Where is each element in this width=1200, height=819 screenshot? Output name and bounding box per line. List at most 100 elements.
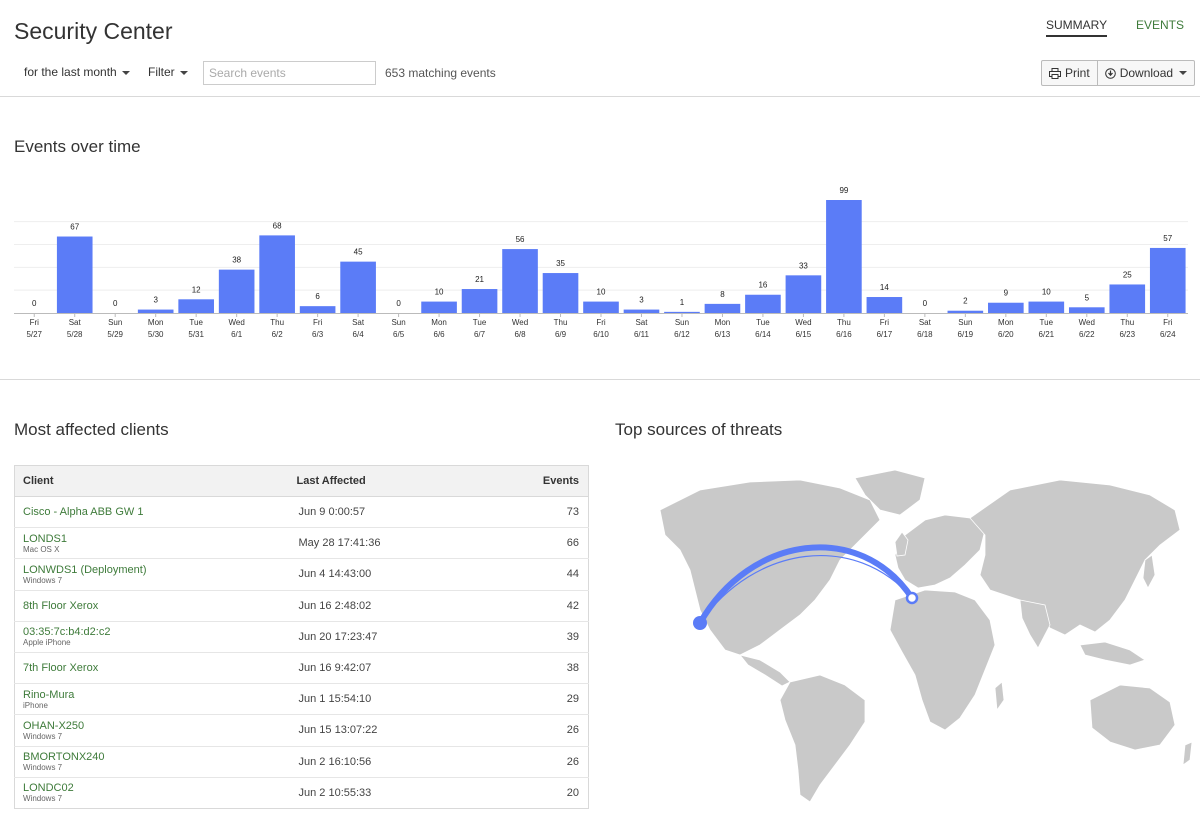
- download-button[interactable]: Download: [1096, 61, 1194, 85]
- column-header-client[interactable]: Client: [14, 465, 289, 497]
- chart-bar[interactable]: [988, 302, 1024, 313]
- client-name-link[interactable]: Cisco - Alpha ABB GW 1: [23, 506, 289, 518]
- threat-target-marker[interactable]: [905, 591, 919, 605]
- data-label: 3: [639, 296, 644, 305]
- chart-bar[interactable]: [583, 301, 619, 313]
- client-cell: BMORTONX240 Windows 7: [14, 745, 289, 778]
- chart-bar[interactable]: [542, 273, 579, 313]
- chart-bar[interactable]: [299, 306, 336, 313]
- client-cell: LONWDS1 (Deployment) Windows 7: [14, 558, 289, 591]
- events-count-cell: 73: [488, 495, 589, 528]
- southeast-asia-islands-shape: [1079, 641, 1146, 666]
- client-name-link[interactable]: LONDS1: [23, 533, 289, 545]
- filter-dropdown[interactable]: Filter: [148, 65, 188, 79]
- data-label: 10: [1042, 288, 1051, 297]
- x-tick-label-date: 5/29: [107, 330, 123, 339]
- client-cell: LONDC02 Windows 7: [14, 776, 289, 809]
- client-cell: OHAN-X250 Windows 7: [14, 714, 289, 746]
- chart-bar[interactable]: [340, 261, 376, 313]
- x-tick-label-date: 6/2: [272, 330, 284, 339]
- chart-bar[interactable]: [178, 299, 214, 313]
- x-tick-label-date: 6/21: [1039, 330, 1055, 339]
- chart-bar[interactable]: [421, 301, 457, 313]
- x-tick-label-day: Wed: [228, 318, 244, 327]
- table-row[interactable]: Rino-Mura iPhone Jun 1 15:54:10 29: [14, 683, 589, 715]
- x-tick-label-day: Sun: [958, 318, 972, 327]
- chart-bar[interactable]: [56, 236, 93, 313]
- threats-section-title: Top sources of threats: [615, 420, 783, 439]
- client-name-link[interactable]: BMORTONX240: [23, 751, 289, 763]
- page-header: Security Center SUMMARY EVENTS for the l…: [0, 0, 1200, 97]
- table-row[interactable]: Cisco - Alpha ABB GW 1 Jun 9 0:00:57 73: [14, 495, 589, 528]
- last-affected-cell: Jun 1 15:54:10: [288, 683, 489, 715]
- x-tick-label-date: 5/31: [188, 330, 204, 339]
- chart-bar[interactable]: [623, 309, 660, 313]
- data-label: 14: [880, 283, 889, 292]
- search-input[interactable]: [203, 61, 376, 85]
- x-tick-label-day: Tue: [1040, 318, 1054, 327]
- chart-bar[interactable]: [785, 275, 822, 313]
- central-america-shape: [738, 654, 791, 687]
- x-tick-label-date: 6/13: [715, 330, 731, 339]
- chart-bar[interactable]: [137, 309, 174, 313]
- tab-summary[interactable]: SUMMARY: [1046, 18, 1108, 37]
- client-name-link[interactable]: 7th Floor Xerox: [23, 662, 289, 674]
- printer-icon: [1049, 67, 1061, 79]
- data-label: 12: [192, 285, 201, 294]
- table-row[interactable]: LONDC02 Windows 7 Jun 2 10:55:33 20: [14, 776, 589, 809]
- japan-shape: [1142, 554, 1156, 589]
- client-name-link[interactable]: 8th Floor Xerox: [23, 600, 289, 612]
- events-bar-chart: 0Fri5/2767Sat5/280Sun5/293Mon5/3012Tue5/…: [14, 186, 1188, 339]
- chart-bar[interactable]: [1109, 284, 1146, 313]
- client-name-link[interactable]: 03:35:7c:b4:d2:c2: [23, 626, 289, 638]
- table-row[interactable]: LONDS1 Mac OS X May 28 17:41:36 66: [14, 527, 589, 559]
- x-tick-label-day: Sun: [675, 318, 689, 327]
- chart-bar[interactable]: [259, 235, 295, 313]
- chart-bar[interactable]: [1028, 301, 1065, 313]
- data-label: 56: [516, 235, 525, 244]
- column-header-events[interactable]: Events: [488, 465, 589, 497]
- chart-bar[interactable]: [745, 294, 781, 313]
- table-row[interactable]: LONWDS1 (Deployment) Windows 7 Jun 4 14:43…: [14, 558, 589, 591]
- chart-bar[interactable]: [664, 311, 700, 313]
- table-row[interactable]: 8th Floor Xerox Jun 16 2:48:02 42: [14, 589, 589, 622]
- x-tick-label-day: Tue: [756, 318, 770, 327]
- download-label: Download: [1119, 66, 1174, 80]
- chart-bar[interactable]: [461, 289, 498, 313]
- client-cell: 8th Floor Xerox: [14, 589, 289, 622]
- events-count-cell: 26: [488, 714, 589, 746]
- x-tick-label-day: Fri: [1163, 318, 1173, 327]
- last-affected-cell: Jun 2 16:10:56: [288, 745, 489, 778]
- chart-bar[interactable]: [704, 303, 741, 313]
- tab-events[interactable]: EVENTS: [1136, 18, 1184, 32]
- events-count-cell: 66: [488, 527, 589, 559]
- chart-bar[interactable]: [947, 310, 984, 313]
- chart-bar[interactable]: [218, 269, 255, 313]
- table-row[interactable]: 03:35:7c:b4:d2:c2 Apple iPhone Jun 20 17:2…: [14, 620, 589, 653]
- chart-bar[interactable]: [866, 297, 903, 313]
- chart-bar[interactable]: [502, 249, 538, 313]
- threat-source-marker[interactable]: [693, 616, 707, 630]
- client-name-link[interactable]: OHAN-X250: [23, 720, 289, 732]
- print-button[interactable]: Print: [1042, 61, 1097, 85]
- time-range-label: for the last month: [24, 65, 117, 79]
- x-tick-label-date: 6/12: [674, 330, 690, 339]
- x-tick-label-date: 6/16: [836, 330, 852, 339]
- x-tick-label-day: Fri: [30, 318, 40, 327]
- table-row[interactable]: BMORTONX240 Windows 7 Jun 2 16:10:56 26: [14, 745, 589, 778]
- client-os: Apple iPhone: [23, 638, 71, 648]
- client-name-link[interactable]: Rino-Mura: [23, 689, 289, 701]
- column-header-last-affected[interactable]: Last Affected: [288, 465, 489, 497]
- client-name-link[interactable]: LONWDS1 (Deployment): [23, 564, 289, 576]
- table-row[interactable]: 7th Floor Xerox Jun 16 9:42:07 38: [14, 651, 589, 684]
- chart-bar[interactable]: [1149, 247, 1186, 313]
- data-label: 21: [475, 275, 484, 284]
- client-cell: Cisco - Alpha ABB GW 1: [14, 495, 289, 528]
- data-label: 25: [1123, 270, 1132, 279]
- data-label: 3: [153, 296, 158, 305]
- client-name-link[interactable]: LONDC02: [23, 782, 289, 794]
- chart-bar[interactable]: [826, 200, 862, 313]
- chart-bar[interactable]: [1068, 307, 1105, 313]
- time-range-dropdown[interactable]: for the last month: [24, 65, 130, 79]
- table-row[interactable]: OHAN-X250 Windows 7 Jun 15 13:07:22 26: [14, 714, 589, 746]
